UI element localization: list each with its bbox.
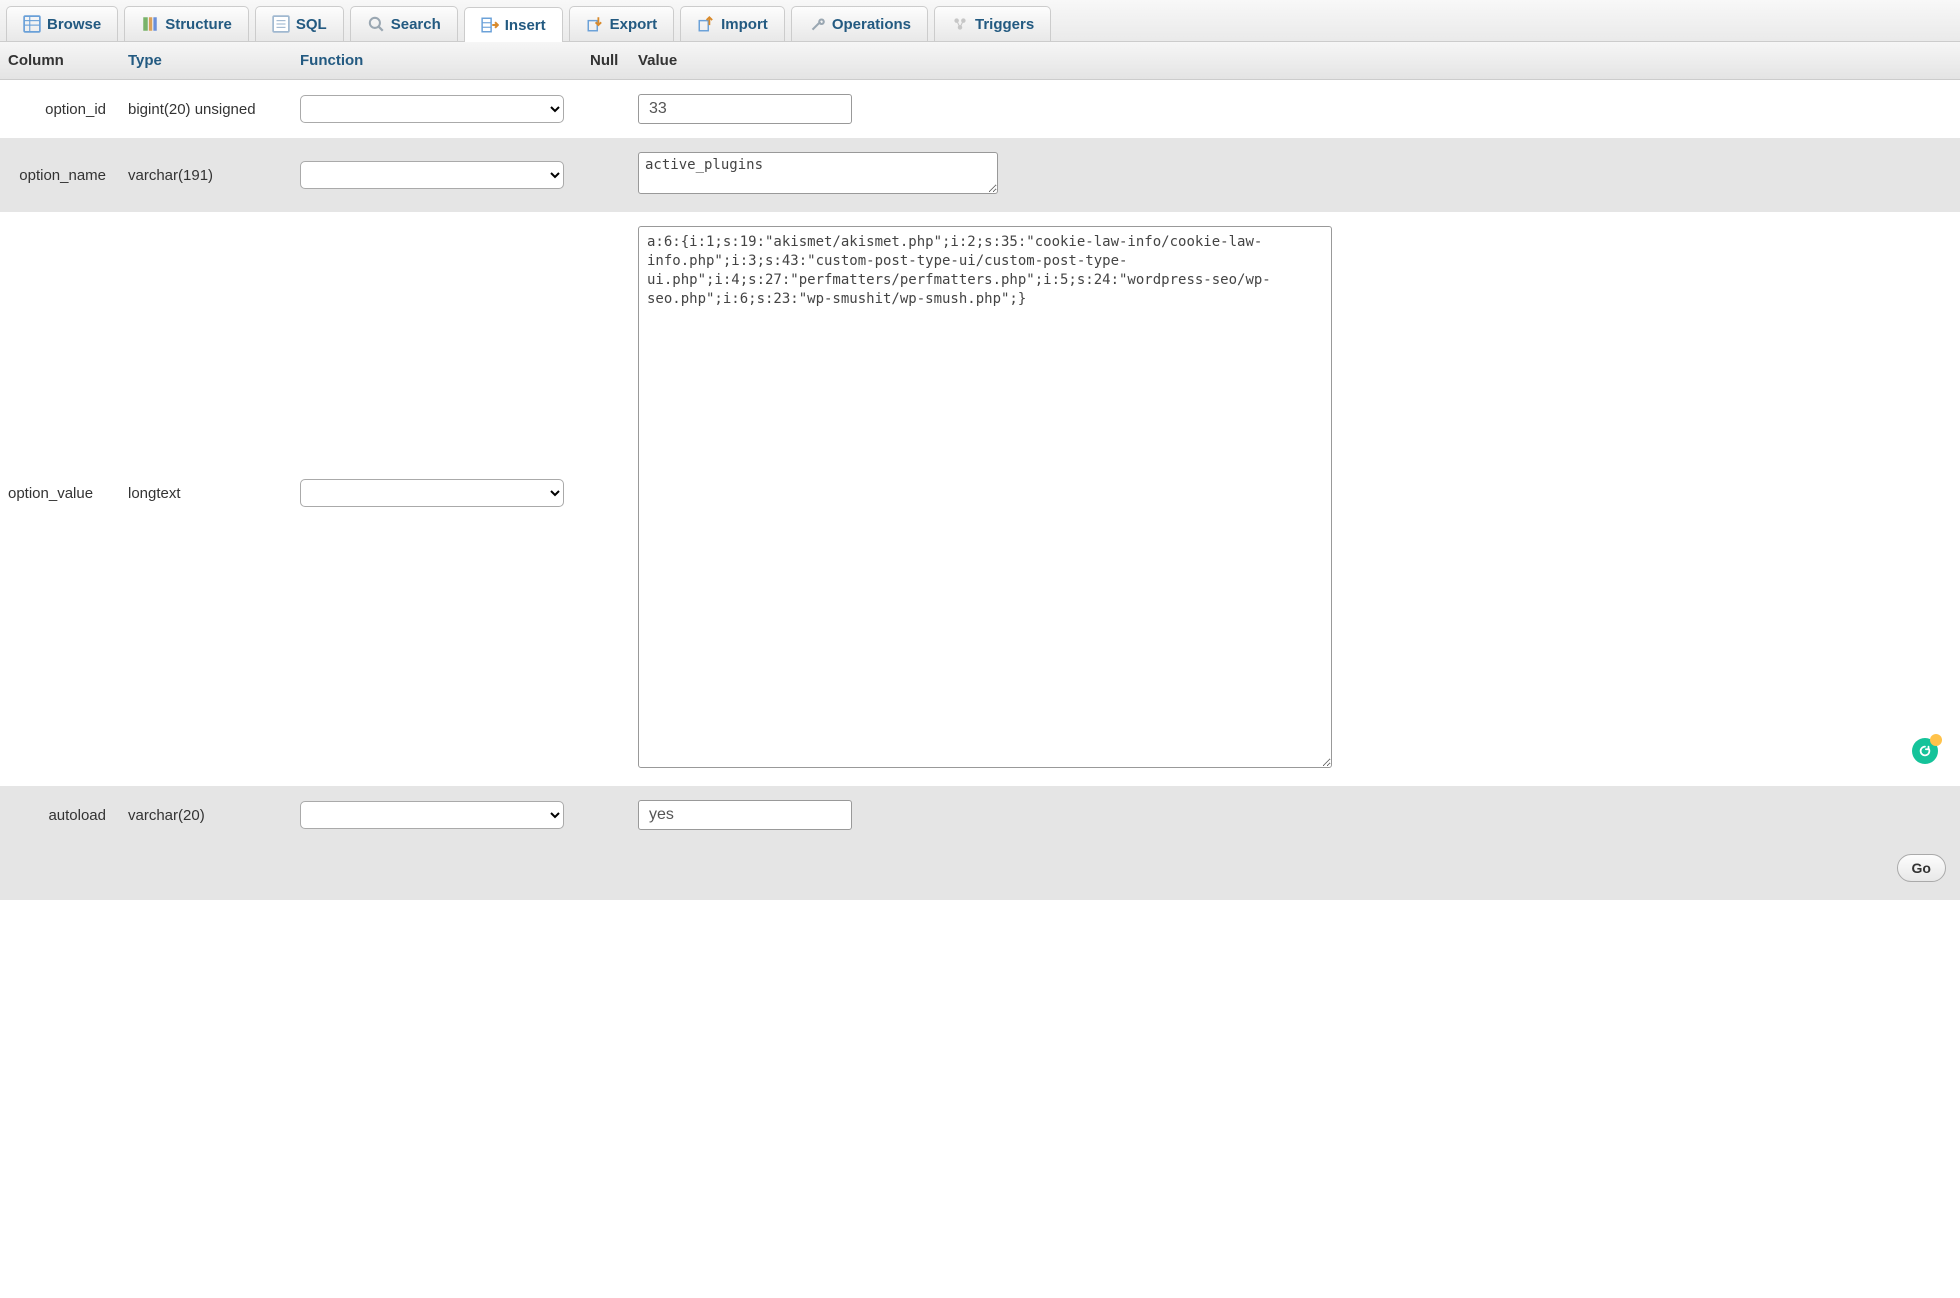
function-select[interactable] (300, 161, 564, 189)
col-null (582, 171, 630, 179)
col-func (292, 797, 582, 833)
value-input[interactable] (638, 94, 852, 124)
tab-operations[interactable]: Operations (791, 6, 928, 41)
col-null (582, 222, 630, 230)
tab-bar: Browse Structure SQL Search Insert Expor… (0, 0, 1960, 42)
tab-label: Import (721, 16, 768, 33)
sql-icon (272, 15, 290, 33)
tab-triggers[interactable]: Triggers (934, 6, 1051, 41)
import-icon (697, 15, 715, 33)
form-footer: Go (0, 844, 1960, 900)
tab-label: Browse (47, 16, 101, 33)
col-func (292, 157, 582, 193)
go-button[interactable]: Go (1897, 854, 1946, 882)
col-value (630, 796, 1960, 834)
col-null (582, 811, 630, 819)
col-type: varchar(191) (120, 163, 292, 188)
col-type: bigint(20) unsigned (120, 97, 292, 122)
tab-label: Insert (505, 17, 546, 34)
row-option-name: option_name varchar(191) (0, 138, 1960, 212)
function-select[interactable] (300, 479, 564, 507)
browse-icon (23, 15, 41, 33)
tab-browse[interactable]: Browse (6, 6, 118, 41)
column-headers: Column Type Function Null Value (0, 42, 1960, 80)
insert-icon (481, 16, 499, 34)
function-select[interactable] (300, 95, 564, 123)
col-type: varchar(20) (120, 803, 292, 828)
search-icon (367, 15, 385, 33)
tab-label: Export (610, 16, 658, 33)
tab-label: Search (391, 16, 441, 33)
operations-icon (808, 15, 826, 33)
row-autoload: autoload varchar(20) (0, 786, 1960, 844)
tab-label: SQL (296, 16, 327, 33)
tab-insert[interactable]: Insert (464, 7, 563, 42)
header-column: Column (0, 48, 120, 73)
col-name: option_id (0, 97, 120, 122)
tab-label: Structure (165, 16, 232, 33)
col-value (630, 222, 1960, 776)
col-value (630, 90, 1960, 128)
function-select[interactable] (300, 801, 564, 829)
col-type: longtext (128, 485, 181, 502)
tab-search[interactable]: Search (350, 6, 458, 41)
export-icon (586, 15, 604, 33)
value-textarea-large[interactable] (638, 226, 1332, 768)
col-value (630, 148, 1960, 202)
col-null (582, 105, 630, 113)
row-option-id: option_id bigint(20) unsigned (0, 80, 1960, 138)
tab-structure[interactable]: Structure (124, 6, 249, 41)
row-option-value: option_value longtext (0, 212, 1960, 786)
structure-icon (141, 15, 159, 33)
col-name: option_name (0, 163, 120, 188)
tab-sql[interactable]: SQL (255, 6, 344, 41)
header-null: Null (582, 48, 630, 73)
col-name: autoload (0, 803, 120, 828)
header-function[interactable]: Function (292, 48, 582, 73)
header-type[interactable]: Type (120, 48, 292, 73)
tab-export[interactable]: Export (569, 6, 675, 41)
tab-label: Triggers (975, 16, 1034, 33)
tab-label: Operations (832, 16, 911, 33)
col-func (292, 91, 582, 127)
col-name: option_value (8, 485, 93, 502)
col-func (292, 222, 582, 764)
value-input[interactable] (638, 800, 852, 830)
grammarly-icon[interactable] (1912, 738, 1938, 764)
header-value: Value (630, 48, 1960, 73)
value-textarea[interactable] (638, 152, 998, 194)
tab-import[interactable]: Import (680, 6, 785, 41)
triggers-icon (951, 15, 969, 33)
